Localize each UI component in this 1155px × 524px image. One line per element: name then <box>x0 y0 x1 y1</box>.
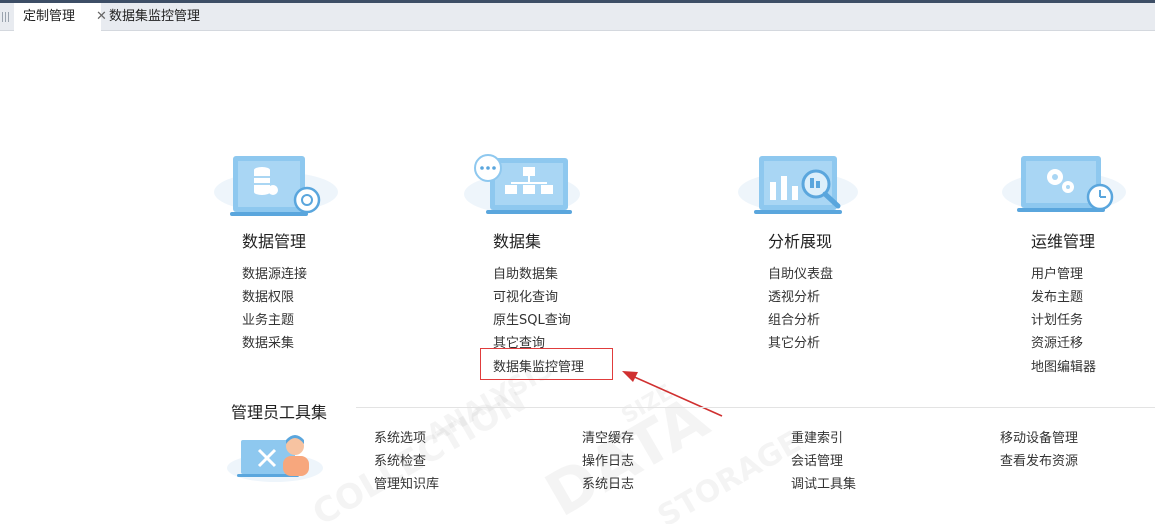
link-rebuild-index[interactable]: 重建索引 <box>791 427 843 446</box>
section-title-admin-tools: 管理员工具集 <box>231 403 328 422</box>
main-content: ANALYSIS COLLECTION DATA STORAGE SIZE <box>0 32 1155 524</box>
link-debug-tools[interactable]: 调试工具集 <box>791 473 856 492</box>
link-business-topic[interactable]: 业务主题 <box>242 309 294 328</box>
link-map-editor[interactable]: 地图编辑器 <box>1031 356 1096 375</box>
link-system-check[interactable]: 系统检查 <box>374 450 426 469</box>
link-self-service-dashboard[interactable]: 自助仪表盘 <box>768 263 833 282</box>
section-divider <box>356 407 1155 408</box>
tab-label: 定制管理 <box>23 9 76 24</box>
link-knowledge-base[interactable]: 管理知识库 <box>374 473 439 492</box>
tab-label: 数据集监控管理 <box>109 9 201 24</box>
link-data-collection[interactable]: 数据采集 <box>242 332 294 351</box>
link-system-options[interactable]: 系统选项 <box>374 427 426 446</box>
analysis-chart-icon <box>738 156 858 214</box>
gears-clock-icon <box>1002 156 1126 212</box>
highlight-box <box>480 348 613 380</box>
link-other-analysis[interactable]: 其它分析 <box>768 332 820 351</box>
link-data-permission[interactable]: 数据权限 <box>242 286 294 305</box>
dataset-tree-icon <box>464 154 580 214</box>
link-clear-cache[interactable]: 清空缓存 <box>582 427 634 446</box>
link-user-management[interactable]: 用户管理 <box>1031 263 1083 282</box>
tab-dataset-monitor[interactable]: 数据集监控管理 <box>109 3 200 31</box>
link-combined-analysis[interactable]: 组合分析 <box>768 309 820 328</box>
link-visual-query[interactable]: 可视化查询 <box>493 286 558 305</box>
link-pivot-analysis[interactable]: 透视分析 <box>768 286 820 305</box>
link-self-service-dataset[interactable]: 自助数据集 <box>493 263 558 282</box>
annotation-arrow-icon <box>622 371 723 417</box>
link-resource-migration[interactable]: 资源迁移 <box>1031 332 1083 351</box>
link-view-published-resources[interactable]: 查看发布资源 <box>1000 450 1078 469</box>
link-session-management[interactable]: 会话管理 <box>791 450 843 469</box>
link-datasource-connection[interactable]: 数据源连接 <box>242 263 307 282</box>
section-title-dataset: 数据集 <box>493 232 542 251</box>
tab-grip-icon[interactable] <box>2 12 10 22</box>
section-title-analysis: 分析展现 <box>768 232 833 251</box>
admin-tools-icon <box>227 435 323 482</box>
link-native-sql-query[interactable]: 原生SQL查询 <box>493 309 571 328</box>
section-title-operations: 运维管理 <box>1031 232 1096 251</box>
link-scheduled-task[interactable]: 计划任务 <box>1031 309 1083 328</box>
section-title-data-management: 数据管理 <box>242 232 307 251</box>
database-settings-icon <box>214 156 338 216</box>
tab-bar: 定制管理 ✕ 数据集监控管理 <box>0 3 1155 31</box>
link-publish-topic[interactable]: 发布主题 <box>1031 286 1083 305</box>
link-system-log[interactable]: 系统日志 <box>582 473 634 492</box>
link-operation-log[interactable]: 操作日志 <box>582 450 634 469</box>
close-icon[interactable]: ✕ <box>96 3 107 31</box>
tab-custom-management[interactable]: 定制管理 ✕ <box>14 3 107 31</box>
link-mobile-device-management[interactable]: 移动设备管理 <box>1000 427 1078 446</box>
